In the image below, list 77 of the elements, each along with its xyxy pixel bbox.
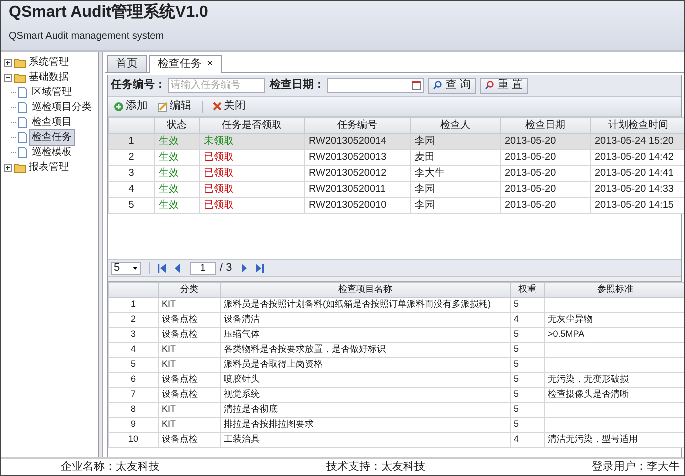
expander-icon[interactable] — [4, 164, 12, 172]
table-cell: 4 — [510, 432, 544, 448]
page-icon — [18, 147, 27, 158]
table-cell: 工装治具 — [220, 432, 510, 448]
close-icon[interactable]: × — [207, 56, 214, 73]
table-cell: 生效 — [154, 198, 200, 214]
column-header[interactable]: 参照标准 — [544, 282, 684, 298]
last-page-icon[interactable] — [256, 264, 264, 272]
next-page-icon[interactable] — [240, 264, 248, 272]
tab[interactable]: 首页 — [107, 55, 147, 72]
previous-page-icon[interactable] — [174, 264, 182, 272]
column-header[interactable]: 状态 — [154, 118, 200, 134]
folder-icon — [14, 72, 26, 82]
task-number-field[interactable]: 请输入任务编号 — [168, 78, 265, 93]
table-row[interactable]: 4 生效 已领取 RW20130520011 李园 2013-05-20 2013-05-20 14:33 — [108, 182, 684, 198]
app-subtitle: QSmart Audit management system — [9, 30, 164, 44]
calendar-icon[interactable] — [412, 81, 421, 90]
table-cell: 设备点检 — [158, 432, 220, 448]
toolbar-button[interactable]: 编辑 — [158, 98, 192, 115]
caret-icon — [133, 266, 138, 270]
tree-item[interactable]: 检查项目 — [29, 114, 75, 131]
table-row[interactable]: 1 生效 未领取 RW20130520014 李园 2013-05-20 2013-05-24 15:20 — [108, 134, 684, 150]
field-label: 任务编号： — [111, 78, 166, 94]
page-icon — [18, 117, 27, 128]
date-field[interactable] — [327, 78, 424, 93]
expander-icon[interactable] — [4, 74, 12, 82]
column-header[interactable]: 计划检查时间 — [590, 118, 684, 134]
folder-icon — [14, 58, 26, 68]
pencil-icon — [158, 102, 168, 112]
table-cell: 5 — [108, 198, 154, 214]
table-cell: RW20130520010 — [304, 198, 410, 214]
page-icon — [18, 132, 27, 143]
tree-item[interactable]: 报表管理 — [28, 160, 70, 175]
expander-icon[interactable] — [4, 58, 12, 66]
folder-icon — [14, 162, 26, 172]
tree-item[interactable]: 区域管理 — [29, 84, 75, 101]
column-header[interactable]: 分类 — [158, 282, 220, 298]
table-row[interactable]: 3 生效 已领取 RW20130520012 李大牛 2013-05-20 2013-05-20 14:41 — [108, 166, 684, 182]
column-header[interactable]: 任务编号 — [304, 118, 410, 134]
header-cell — [108, 282, 158, 298]
field-label: 检查日期： — [270, 78, 325, 94]
table-cell: 已领取 — [200, 198, 304, 214]
tree-item[interactable]: 巡检模板 — [29, 144, 75, 161]
tab[interactable]: 检查任务 × — [149, 55, 222, 73]
page-icon — [18, 102, 27, 113]
footer-text: 企业名称：太友科技 — [61, 460, 160, 475]
tree-item[interactable]: 基础数据 — [28, 70, 70, 85]
search-button[interactable]: 查 询 — [428, 78, 476, 94]
table-cell: 清洁无污染，型号适用 — [544, 432, 684, 448]
tree-item[interactable]: 系统管理 — [28, 55, 70, 70]
table-cell: 10 — [108, 432, 158, 448]
reset-icon — [485, 81, 494, 90]
column-header[interactable]: 检查日期 — [500, 118, 590, 134]
tree-item[interactable]: 巡检项目分类 — [29, 99, 95, 116]
footer-text: 技术支持：太友科技 — [326, 460, 426, 475]
page-icon — [18, 87, 27, 98]
toolbar-button[interactable]: 添加 — [114, 98, 148, 115]
column-header[interactable]: 任务是否领取 — [200, 118, 304, 134]
table-cell: 李园 — [410, 198, 500, 214]
table-row[interactable]: 5 生效 已领取 RW20130520010 李园 2013-05-20 2013-05-20 14:15 — [108, 198, 684, 214]
add-icon — [114, 102, 124, 112]
table-row[interactable]: 2 生效 已领取 RW20130520013 麦田 2013-05-20 2013-05-20 14:42 — [108, 150, 684, 166]
column-header[interactable]: 权重 — [510, 282, 544, 298]
table-cell: 2013-05-20 — [500, 198, 590, 214]
page-total: / 3 — [220, 260, 232, 276]
page-number-field[interactable]: 1 — [190, 262, 216, 274]
reset-button[interactable]: 重 置 — [480, 78, 528, 94]
search-icon — [433, 81, 442, 90]
first-page-icon[interactable] — [158, 264, 166, 272]
tree-item[interactable]: 检查任务 — [29, 129, 75, 146]
column-header[interactable]: 检查项目名称 — [220, 282, 510, 298]
toolbar-button[interactable]: 关闭 — [213, 98, 246, 115]
app-title: QSmart Audit管理系统V1.0 — [9, 3, 208, 23]
page-size-select[interactable]: 5 — [111, 262, 141, 274]
close-icon — [213, 102, 222, 111]
footer-text: 登录用户：李大牛 — [592, 460, 680, 475]
column-header[interactable]: 检查人 — [410, 118, 500, 134]
